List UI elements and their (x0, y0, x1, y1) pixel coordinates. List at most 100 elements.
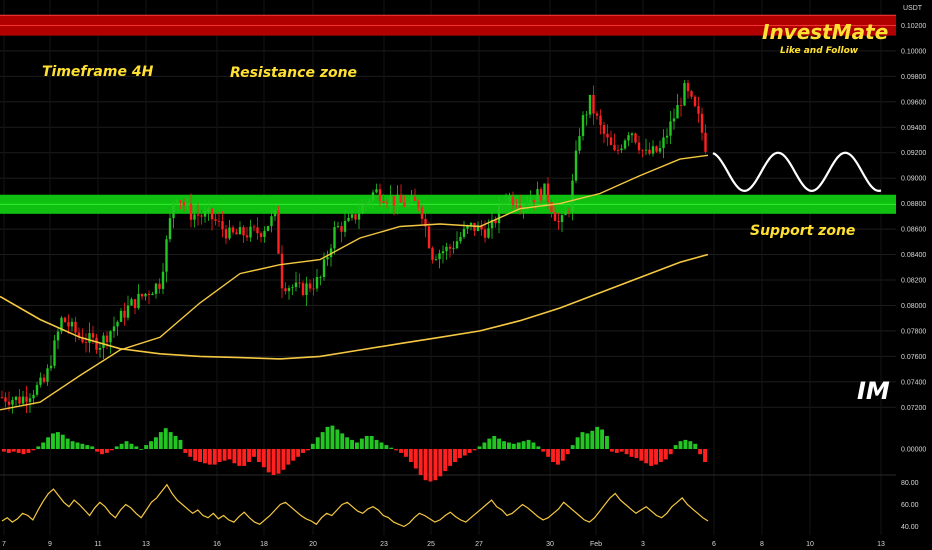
price-tick-label: 0.07200 (901, 405, 926, 412)
candle-body (357, 213, 361, 220)
candle-body (105, 335, 109, 343)
macd-bar (85, 445, 90, 449)
candle-body (109, 331, 112, 343)
candle-body (130, 299, 133, 306)
candle-body (224, 229, 228, 239)
candle-body (221, 221, 224, 230)
candle-body (406, 201, 410, 207)
macd-bar (404, 449, 408, 457)
time-tick-label: 10 (806, 541, 814, 548)
candle-body (364, 202, 368, 206)
macd-bar (457, 449, 462, 459)
rsi-line (1, 483, 709, 528)
candle-body (4, 397, 7, 402)
macd-bar (497, 438, 502, 449)
rsi-tick-label: 80.00 (901, 480, 919, 487)
macd-bar (516, 442, 521, 449)
macd-bar (144, 445, 149, 449)
macd-bar (207, 449, 212, 465)
candle-body (242, 227, 245, 236)
candle-body (249, 226, 252, 238)
macd-bar (301, 449, 305, 453)
brand-name: InvestMate (762, 20, 888, 44)
candle-body (28, 398, 32, 402)
candle-body (32, 394, 35, 399)
macd-bar (276, 449, 281, 474)
candle-body (270, 216, 273, 227)
candle-body (532, 199, 536, 203)
candle-body (658, 148, 662, 152)
time-axis[interactable]: 7 9 11 13 16 18 20 23 25 27 30 Feb 3 6 8 10 13 (2, 541, 885, 548)
price-tick-label: 0.09600 (901, 99, 926, 106)
macd-bar (639, 449, 644, 461)
price-tick-label: 0.08400 (901, 252, 926, 259)
candle-body (280, 253, 284, 289)
macd-bar (384, 445, 389, 449)
macd-bar (536, 446, 541, 449)
price-tick-label: 0.08000 (901, 303, 926, 310)
candle-body (669, 121, 672, 136)
candle-body (11, 400, 14, 405)
candle-body (567, 211, 571, 213)
macd-bar (448, 449, 453, 466)
candle-body (67, 322, 70, 327)
moving-average-slow (0, 253, 709, 360)
time-tick-label: 25 (427, 541, 435, 548)
candle-body (18, 396, 21, 404)
candle-body (193, 214, 196, 220)
macd-bar (41, 442, 46, 449)
macd-bar (379, 442, 384, 449)
candle-body (154, 283, 158, 294)
macd-bar (227, 449, 232, 460)
macd-bar (634, 449, 639, 459)
candle-body (340, 226, 343, 232)
macd-bar (237, 449, 242, 466)
macd-bar (232, 449, 237, 464)
candle-body (462, 228, 466, 237)
macd-bar (149, 441, 153, 449)
candle-body (648, 149, 651, 154)
macd-bar (433, 449, 438, 481)
macd-bar (551, 449, 556, 462)
price-chart[interactable]: 0.10200 0.10000 0.09800 0.09600 0.09400 0.092… (0, 0, 932, 550)
candle-body (172, 202, 175, 219)
macd-bar (683, 439, 688, 449)
time-tick-label: 13 (142, 541, 150, 548)
candle-body (294, 282, 298, 288)
candle-body (336, 226, 340, 228)
candle-body (697, 106, 700, 114)
candle-body (371, 192, 375, 201)
macd-bar (374, 439, 379, 449)
macd-bar (663, 449, 668, 460)
candle-body (343, 220, 347, 232)
candle-body (459, 236, 462, 242)
macd-bar (153, 437, 158, 449)
candle-body (427, 226, 431, 249)
candle-body (168, 218, 172, 240)
macd-bar (531, 442, 536, 449)
macd-bar (389, 447, 394, 449)
candle-body (182, 202, 186, 206)
macd-bar (247, 449, 252, 462)
candle-body (588, 94, 592, 115)
macd-bar (178, 439, 183, 449)
macd-bar (129, 443, 134, 449)
price-tick-label: 0.08600 (901, 227, 926, 234)
macd-bar (104, 449, 109, 453)
macd-bar (36, 446, 41, 449)
macd-bar (605, 436, 609, 449)
time-tick-label: 11 (94, 541, 101, 548)
candle-body (522, 204, 525, 208)
candle-body (91, 333, 95, 338)
macd-bar (95, 449, 100, 452)
price-axis[interactable]: 0.10200 0.10000 0.09800 0.09600 0.09400 0.092… (901, 23, 926, 531)
candle-body (585, 114, 588, 116)
macd-bar (16, 449, 21, 453)
macd-bar (482, 442, 487, 449)
macd-bar (90, 446, 95, 449)
macd-bar (511, 443, 516, 449)
candle-body (361, 205, 364, 214)
rsi-tick-label: 40.00 (901, 524, 919, 531)
macd-bar (46, 437, 51, 449)
candle-body (662, 137, 665, 149)
